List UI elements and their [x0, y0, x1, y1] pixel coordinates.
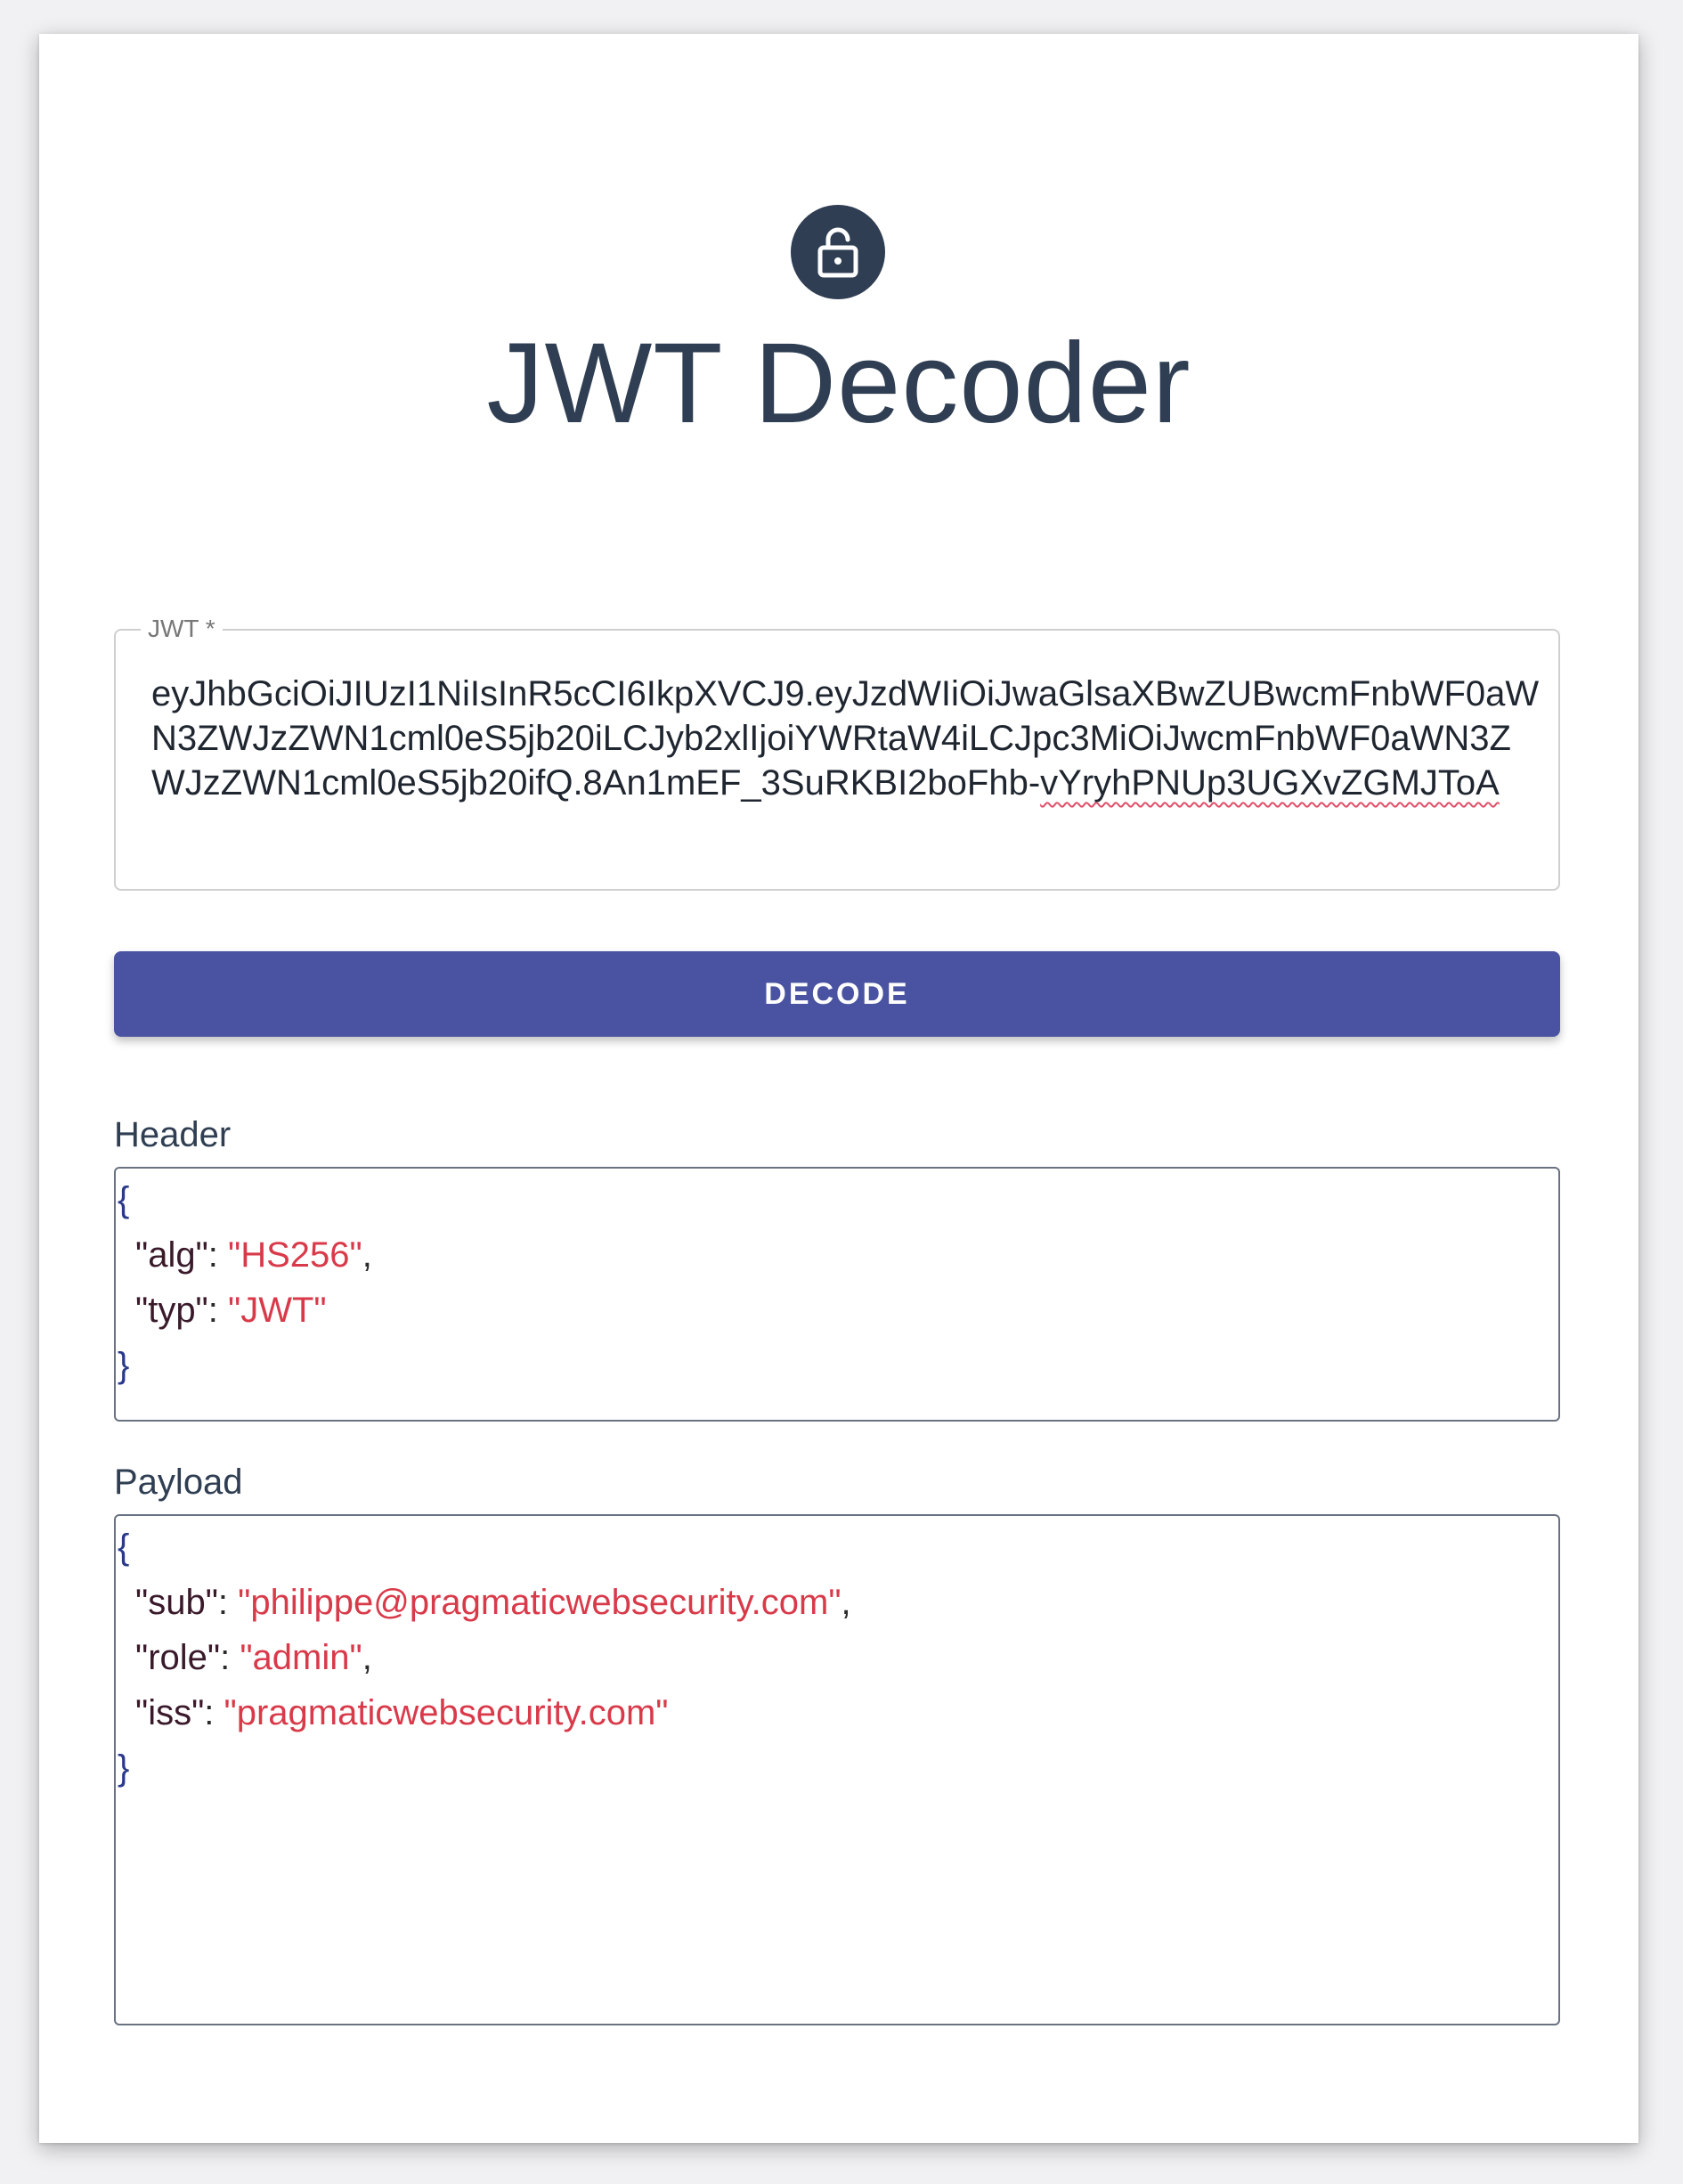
json-key: "sub": [135, 1583, 218, 1622]
json-value: "admin": [240, 1638, 362, 1677]
decode-button[interactable]: DECODE: [114, 951, 1560, 1037]
payload-close-brace-line: }: [116, 1740, 1558, 1796]
json-comma: ,: [362, 1235, 372, 1275]
header-entry: "typ": "JWT": [116, 1283, 1558, 1338]
payload-entry: "iss": "pragmaticwebsecurity.com": [116, 1685, 1558, 1740]
jwt-input-field[interactable]: JWT * eyJhbGciOiJIUzI1NiIsInR5cCI6IkpXVC…: [114, 615, 1560, 891]
lock-avatar: [791, 205, 885, 299]
lock-open-icon: [817, 227, 858, 278]
jwt-input-value[interactable]: eyJhbGciOiJIUzI1NiIsInR5cCI6IkpXVCJ9.eyJ…: [151, 672, 1541, 805]
header-open-brace-line: {: [116, 1172, 1558, 1227]
json-separator: :: [220, 1638, 240, 1677]
payload-entry: "role": "admin",: [116, 1630, 1558, 1685]
json-comma: ,: [362, 1638, 372, 1677]
json-value: "JWT": [228, 1291, 327, 1330]
page-title: JWT Decoder: [486, 320, 1191, 447]
close-brace: }: [118, 1346, 130, 1385]
json-value: "philippe@pragmaticwebsecurity.com": [238, 1583, 842, 1622]
json-value: "pragmaticwebsecurity.com": [224, 1693, 669, 1732]
jwt-value-tail: vYryhPNUp3UGXvZGMJToA: [1040, 763, 1500, 803]
decoder-card: JWT Decoder JWT * eyJhbGciOiJIUzI1NiIsIn…: [39, 34, 1638, 2143]
payload-json-box[interactable]: { "sub": "philippe@pragmaticwebsecurity.…: [114, 1514, 1560, 2025]
payload-open-brace-line: {: [116, 1520, 1558, 1575]
payload-section-label: Payload: [114, 1463, 243, 1502]
json-key: "iss": [135, 1693, 205, 1732]
close-brace: }: [118, 1748, 130, 1788]
json-comma: ,: [841, 1583, 851, 1622]
json-separator: :: [207, 1291, 228, 1330]
header-entry: "alg": "HS256",: [116, 1227, 1558, 1283]
open-brace: {: [118, 1528, 130, 1567]
jwt-input-label: JWT *: [141, 615, 223, 643]
json-separator: :: [204, 1693, 224, 1732]
payload-entry: "sub": "philippe@pragmaticwebsecurity.co…: [116, 1575, 1558, 1630]
json-separator: :: [207, 1235, 229, 1275]
json-key: "alg": [135, 1235, 208, 1275]
header-section-label: Header: [114, 1115, 232, 1154]
json-separator: :: [217, 1583, 239, 1622]
open-brace: {: [118, 1180, 130, 1219]
header-close-brace-line: }: [116, 1338, 1558, 1393]
header-json-box[interactable]: { "alg": "HS256", "typ": "JWT" }: [114, 1167, 1560, 1422]
json-key: "typ": [135, 1291, 208, 1330]
json-key: "role": [135, 1638, 221, 1677]
json-value: "HS256": [228, 1235, 362, 1275]
